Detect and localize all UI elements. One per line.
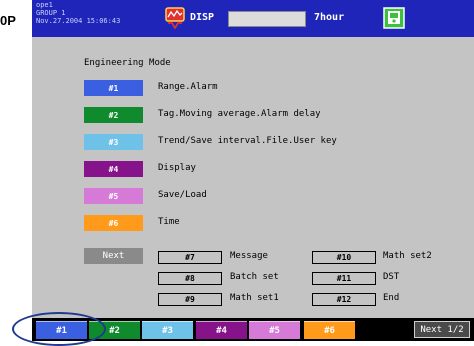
menu-key[interactable]: #4 xyxy=(84,161,143,177)
sub-key-12[interactable]: #12 xyxy=(312,293,376,306)
media-card-icon xyxy=(383,7,405,29)
menu-key[interactable]: #2 xyxy=(84,107,143,123)
menu-label: Time xyxy=(158,217,180,227)
status-info: ope1 GROUP 1 Nov.27.2004 15:06:43 xyxy=(36,1,120,25)
next-button[interactable]: Next xyxy=(84,248,143,264)
menu-label: Tag.Moving average.Alarm delay xyxy=(158,109,321,119)
menu-label: Save/Load xyxy=(158,190,207,200)
date-time: Nov.27.2004 15:06:43 xyxy=(36,17,121,25)
menu-key[interactable]: #6 xyxy=(84,215,143,231)
sub-label-dst: DST xyxy=(383,272,400,282)
sub-key-8[interactable]: #8 xyxy=(158,272,222,285)
sub-key-7[interactable]: #7 xyxy=(158,251,222,264)
menu-label: Range.Alarm xyxy=(158,82,218,92)
side-label: 0P xyxy=(0,13,16,28)
menu-key[interactable]: #3 xyxy=(84,134,143,150)
menu-label: Trend/Save interval.File.User key xyxy=(158,136,337,146)
sub-label-math-set1: Math set1 xyxy=(230,293,279,303)
mode-label: DISP xyxy=(190,12,215,23)
group-name: GROUP 1 xyxy=(36,9,66,17)
recorder-screen: ope1 GROUP 1 Nov.27.2004 15:06:43 DISP 7… xyxy=(32,0,474,341)
softkey-6[interactable]: #6 xyxy=(304,321,355,339)
page-title: Engineering Mode xyxy=(84,58,171,68)
sub-key-9[interactable]: #9 xyxy=(158,293,222,306)
display-mode-icon xyxy=(165,7,185,29)
softkey-next-page[interactable]: Next 1/2 xyxy=(414,321,470,338)
time-div-label: 7hour xyxy=(314,12,345,23)
menu-key[interactable]: #5 xyxy=(84,188,143,204)
sub-label-math-set2: Math set2 xyxy=(383,251,432,261)
sub-key-10[interactable]: #10 xyxy=(312,251,376,264)
sub-label-end: End xyxy=(383,293,400,303)
display-bar xyxy=(228,11,306,27)
sub-label-batch-set: Batch set xyxy=(230,272,279,282)
softkey-5[interactable]: #5 xyxy=(249,321,300,339)
softkey-4[interactable]: #4 xyxy=(196,321,247,339)
softkey-3[interactable]: #3 xyxy=(142,321,193,339)
sub-key-11[interactable]: #11 xyxy=(312,272,376,285)
sub-label-message: Message xyxy=(230,251,268,261)
menu-label: Display xyxy=(158,163,196,173)
menu-key[interactable]: #1 xyxy=(84,80,143,96)
status-bar: ope1 GROUP 1 Nov.27.2004 15:06:43 DISP 7… xyxy=(32,0,474,37)
user-name: ope1 xyxy=(36,1,53,9)
